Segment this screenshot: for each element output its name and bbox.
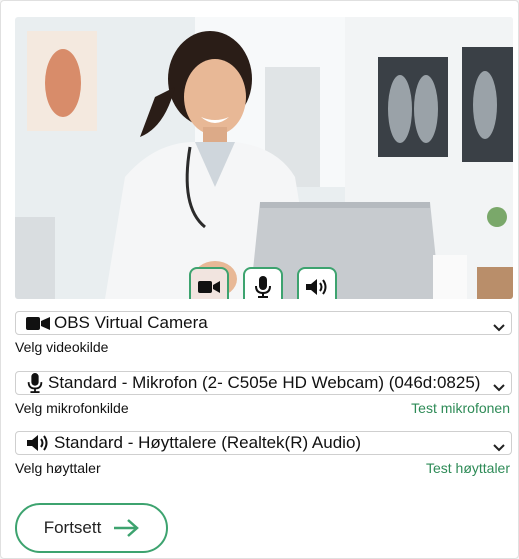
speaker-toggle-button[interactable]: [297, 267, 337, 299]
device-setup-card: OBS Virtual Camera Velg videokilde Stand…: [0, 0, 519, 559]
video-camera-icon: [26, 316, 50, 331]
chevron-down-icon: [493, 378, 505, 394]
video-preview: [15, 17, 513, 299]
test-microphone-link[interactable]: Test mikrofonen: [411, 400, 510, 416]
arrow-right-icon: [113, 518, 140, 538]
camera-toggle-button[interactable]: [189, 267, 229, 299]
camera-feed-image: [15, 17, 513, 299]
speaker-icon: [306, 279, 327, 295]
continue-button[interactable]: Fortsett: [15, 503, 168, 553]
video-camera-icon: [198, 281, 220, 293]
speaker-icon: [26, 434, 50, 452]
speaker-select[interactable]: Standard - Høyttalere (Realtek(R) Audio): [15, 431, 512, 455]
microphone-icon: [255, 276, 271, 298]
camera-select[interactable]: OBS Virtual Camera: [15, 311, 512, 335]
chevron-down-icon: [493, 318, 505, 334]
microphone-toggle-button[interactable]: [243, 267, 283, 299]
microphone-select-value: Standard - Mikrofon (2- C505e HD Webcam)…: [48, 373, 481, 392]
chevron-down-icon: [493, 438, 505, 454]
test-speaker-link[interactable]: Test høyttaler: [426, 460, 510, 476]
microphone-select[interactable]: Standard - Mikrofon (2- C505e HD Webcam)…: [15, 371, 512, 395]
camera-select-value: OBS Virtual Camera: [54, 313, 208, 332]
microphone-icon: [26, 373, 44, 393]
speaker-select-value: Standard - Høyttalere (Realtek(R) Audio): [54, 433, 362, 452]
speaker-select-label: Velg høyttaler: [15, 460, 101, 476]
continue-button-label: Fortsett: [43, 518, 102, 537]
microphone-select-label: Velg mikrofonkilde: [15, 400, 129, 416]
camera-select-label: Velg videokilde: [15, 339, 109, 355]
